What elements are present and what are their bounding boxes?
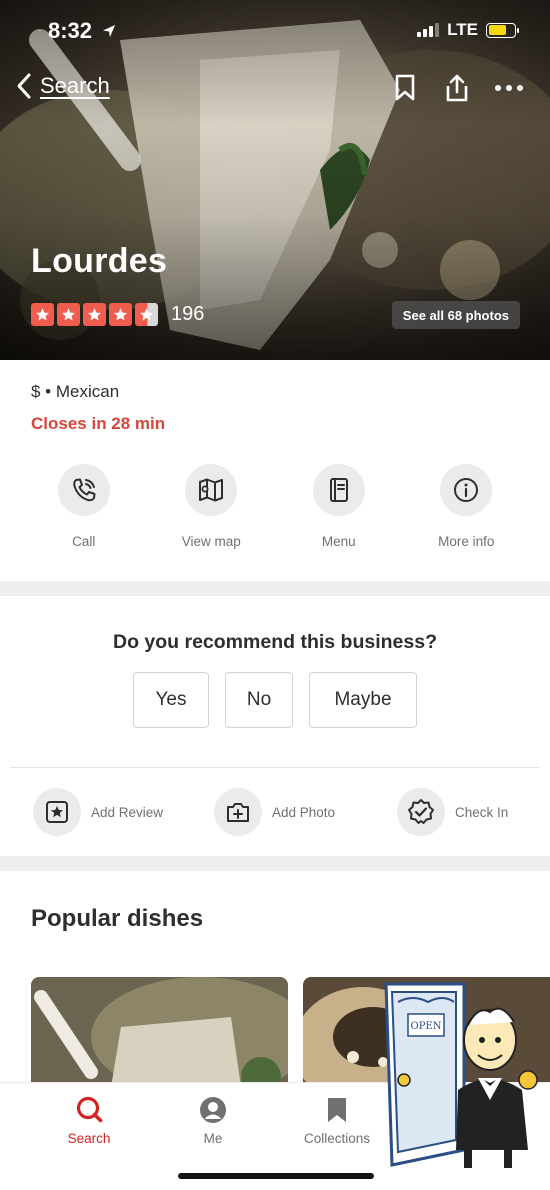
view-map-action[interactable]: View map: [148, 464, 276, 549]
status-indicators: LTE: [417, 20, 519, 40]
rating-row[interactable]: 196: [31, 303, 204, 326]
business-name: Lourdes: [31, 242, 168, 280]
quick-actions: Add Review Add Photo Check In: [0, 788, 550, 838]
map-icon: [199, 478, 224, 502]
add-review-label: Add Review: [91, 804, 164, 820]
home-indicator: [178, 1173, 374, 1179]
star-icon: [83, 303, 106, 326]
call-label: Call: [72, 534, 96, 549]
check-badge-icon: [408, 799, 434, 824]
menu-action[interactable]: Menu: [275, 464, 403, 549]
star-icon: [109, 303, 132, 326]
tab-collections-label: Collections: [303, 1131, 371, 1146]
bookmark-icon: [328, 1098, 346, 1122]
check-in-label: Check In: [455, 804, 509, 820]
tab-me-label: Me: [203, 1131, 223, 1146]
recommend-question: Do you recommend this business?: [113, 631, 437, 653]
back-button[interactable]: Search: [16, 72, 110, 100]
star-box-icon: [46, 801, 68, 823]
see-all-photos-button[interactable]: See all 68 photos: [391, 301, 520, 329]
star-icon: [57, 303, 80, 326]
recommend-no-button[interactable]: No: [225, 672, 293, 728]
add-photo-icon: [227, 803, 249, 822]
half-star-icon: [135, 303, 158, 326]
menu-book-icon: [329, 478, 348, 502]
add-photo-label: Add Photo: [272, 804, 336, 820]
recommend-maybe-button[interactable]: Maybe: [309, 672, 417, 728]
more-info-label: More info: [438, 534, 495, 549]
back-label: Search: [40, 73, 110, 98]
menu-label: Menu: [321, 534, 356, 549]
add-photo-button[interactable]: Add Photo: [214, 788, 335, 836]
status-bar: 8:32 LTE: [0, 0, 550, 62]
review-count: 196: [171, 303, 205, 325]
check-in-button[interactable]: Check In: [397, 788, 508, 836]
view-map-label: View map: [181, 534, 241, 549]
tab-search[interactable]: Search: [34, 1095, 144, 1146]
share-button[interactable]: [442, 72, 472, 104]
battery-icon: [486, 22, 519, 38]
divider-line: [10, 767, 540, 768]
section-divider: [0, 856, 550, 871]
call-action[interactable]: Call: [20, 464, 148, 549]
chevron-left-icon: [17, 73, 31, 99]
location-arrow-icon: [103, 25, 116, 37]
add-review-button[interactable]: Add Review: [33, 788, 163, 836]
hero-toolbar: [390, 72, 524, 104]
star-icon: [31, 303, 54, 326]
more-info-action[interactable]: More info: [403, 464, 531, 549]
open-sign-sticker: OPEN: [384, 982, 538, 1168]
share-icon: [446, 74, 468, 102]
more-dots-icon: [495, 85, 523, 91]
signal-icon: [417, 23, 440, 37]
network-label: LTE: [447, 20, 478, 39]
more-options-button[interactable]: [494, 72, 524, 104]
bookmark-icon: [395, 74, 415, 101]
info-icon: [454, 478, 479, 502]
tab-search-label: Search: [67, 1131, 111, 1146]
price-category: $ • Mexican: [31, 382, 120, 401]
search-icon: [76, 1096, 103, 1123]
popular-dishes-title: Popular dishes: [31, 905, 204, 932]
phone-icon: [72, 478, 96, 502]
business-info: $ • Mexican Closes in 28 min: [31, 382, 165, 434]
hours-status: Closes in 28 min: [31, 414, 166, 433]
recommend-options: Yes No Maybe: [0, 672, 550, 728]
hero-photo[interactable]: 8:32 LTE Search Lourdes 196 See all 68 p…: [0, 0, 550, 360]
profile-icon: [200, 1097, 226, 1123]
section-divider: [0, 581, 550, 596]
action-row: Call View map Menu More info: [20, 464, 530, 549]
open-sign-text: OPEN: [411, 1021, 442, 1032]
status-time-text: 8:32: [48, 18, 93, 43]
tab-collections[interactable]: Collections: [282, 1095, 392, 1146]
tab-me[interactable]: Me: [158, 1095, 268, 1146]
status-time: 8:32: [48, 18, 117, 44]
bookmark-button[interactable]: [390, 72, 420, 104]
recommend-yes-button[interactable]: Yes: [133, 672, 209, 728]
